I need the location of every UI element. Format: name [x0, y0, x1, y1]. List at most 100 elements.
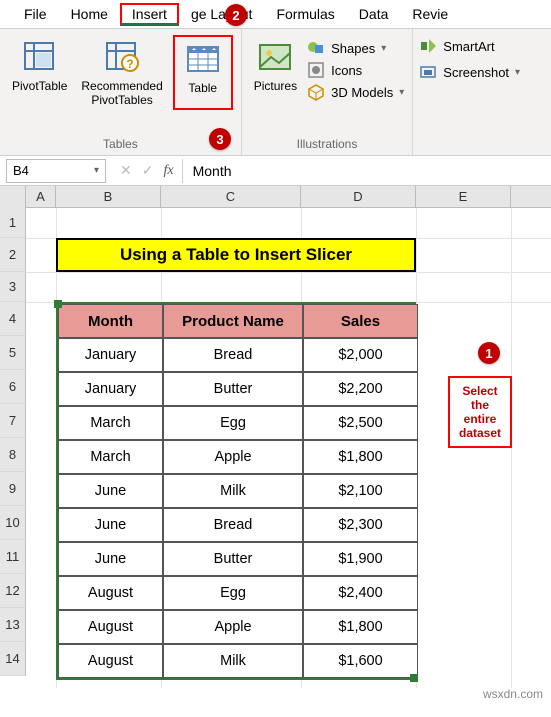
screenshot-label: Screenshot: [443, 65, 509, 80]
annotation-box: Select the entire dataset: [448, 376, 512, 448]
3d-icon: [307, 83, 325, 101]
icons-button[interactable]: Icons: [307, 61, 404, 79]
row-header[interactable]: 6: [0, 370, 26, 404]
row-header[interactable]: 1: [0, 208, 26, 238]
table-icon: [183, 39, 223, 79]
cell[interactable]: January: [58, 372, 163, 406]
row-headers: 1 2 3 4 5 6 7 8 9 10 11 12 13 14: [0, 208, 26, 688]
cell[interactable]: $2,400: [303, 576, 418, 610]
tab-data[interactable]: Data: [347, 2, 401, 26]
icons-icon: [307, 61, 325, 79]
illustrations-group-label: Illustrations: [297, 137, 358, 151]
pictures-button[interactable]: Pictures: [250, 35, 301, 101]
shapes-button[interactable]: Shapes ▾: [307, 39, 404, 57]
cell[interactable]: Butter: [163, 372, 303, 406]
cell[interactable]: Bread: [163, 508, 303, 542]
cell[interactable]: March: [58, 406, 163, 440]
table-row: AugustEgg$2,400: [58, 576, 414, 610]
row-header[interactable]: 10: [0, 506, 26, 540]
ribbon-side-list: SmartArt Screenshot ▾: [413, 29, 526, 155]
row-header[interactable]: 8: [0, 438, 26, 472]
ribbon-group-tables: PivotTable ? Recommended PivotTables Tab…: [0, 29, 242, 155]
name-box[interactable]: B4 ▾: [6, 159, 106, 183]
screenshot-button[interactable]: Screenshot ▾: [419, 63, 520, 81]
cells-area[interactable]: Using a Table to Insert Slicer Month Pro…: [26, 208, 551, 688]
cell[interactable]: $1,900: [303, 542, 418, 576]
pivottable-button[interactable]: PivotTable: [8, 35, 71, 110]
cell[interactable]: $2,100: [303, 474, 418, 508]
row-header[interactable]: 9: [0, 472, 26, 506]
cell[interactable]: Bread: [163, 338, 303, 372]
tab-home[interactable]: Home: [59, 2, 120, 26]
tab-file[interactable]: File: [12, 2, 59, 26]
cell[interactable]: March: [58, 440, 163, 474]
selection-handle[interactable]: [410, 674, 418, 682]
header-month[interactable]: Month: [58, 304, 163, 338]
row-header[interactable]: 7: [0, 404, 26, 438]
smartart-button[interactable]: SmartArt: [419, 37, 520, 55]
row-header[interactable]: 2: [0, 238, 26, 272]
cell[interactable]: $1,600: [303, 644, 418, 678]
shapes-label: Shapes: [331, 41, 375, 56]
cell[interactable]: $2,000: [303, 338, 418, 372]
row-header[interactable]: 14: [0, 642, 26, 676]
tab-insert[interactable]: Insert: [120, 3, 179, 26]
row-header[interactable]: 13: [0, 608, 26, 642]
cell[interactable]: $2,200: [303, 372, 418, 406]
header-product[interactable]: Product Name: [163, 304, 303, 338]
3d-models-button[interactable]: 3D Models ▾: [307, 83, 404, 101]
select-all-cell[interactable]: [0, 186, 26, 208]
cell[interactable]: Apple: [163, 610, 303, 644]
cell[interactable]: January: [58, 338, 163, 372]
table-button[interactable]: Table: [173, 35, 233, 110]
dropdown-icon: ▾: [94, 165, 99, 176]
header-sales[interactable]: Sales: [303, 304, 418, 338]
cell[interactable]: June: [58, 542, 163, 576]
recommended-pivottables-button[interactable]: ? Recommended PivotTables: [77, 35, 166, 110]
cell[interactable]: June: [58, 474, 163, 508]
cell[interactable]: $1,800: [303, 610, 418, 644]
cell[interactable]: $2,500: [303, 406, 418, 440]
pivottable-icon: [20, 37, 60, 77]
row-header[interactable]: 4: [0, 302, 26, 336]
cell[interactable]: $2,300: [303, 508, 418, 542]
cell[interactable]: August: [58, 610, 163, 644]
shapes-icon: [307, 39, 325, 57]
cell[interactable]: August: [58, 576, 163, 610]
table-row: JanuaryButter$2,200: [58, 372, 414, 406]
fx-icon[interactable]: fx: [163, 163, 173, 179]
cell[interactable]: Apple: [163, 440, 303, 474]
cell[interactable]: $1,800: [303, 440, 418, 474]
cell[interactable]: Egg: [163, 576, 303, 610]
row-header[interactable]: 12: [0, 574, 26, 608]
cell[interactable]: Butter: [163, 542, 303, 576]
tab-review[interactable]: Revie: [400, 2, 460, 26]
cell[interactable]: Milk: [163, 644, 303, 678]
enter-icon[interactable]: ✓: [142, 162, 154, 179]
tab-page-layout[interactable]: ge Layout: [179, 2, 265, 26]
row-header[interactable]: 11: [0, 540, 26, 574]
formula-input[interactable]: [182, 159, 551, 183]
tables-group-label: Tables: [103, 137, 138, 151]
col-header-c[interactable]: C: [161, 186, 301, 208]
tab-formulas[interactable]: Formulas: [264, 2, 346, 26]
col-header-e[interactable]: E: [416, 186, 511, 208]
cell[interactable]: June: [58, 508, 163, 542]
cell[interactable]: Egg: [163, 406, 303, 440]
table-label: Table: [188, 81, 217, 95]
sheet-title[interactable]: Using a Table to Insert Slicer: [56, 238, 416, 272]
icons-label: Icons: [331, 63, 362, 78]
col-header-b[interactable]: B: [56, 186, 161, 208]
col-header-a[interactable]: A: [26, 186, 56, 208]
pictures-icon: [255, 37, 295, 77]
row-header[interactable]: 5: [0, 336, 26, 370]
cancel-icon[interactable]: ✕: [120, 162, 132, 179]
table-row: MarchEgg$2,500: [58, 406, 414, 440]
table-row: MarchApple$1,800: [58, 440, 414, 474]
data-table[interactable]: Month Product Name Sales JanuaryBread$2,…: [56, 302, 416, 680]
row-header[interactable]: 3: [0, 272, 26, 302]
table-row: AugustApple$1,800: [58, 610, 414, 644]
cell[interactable]: August: [58, 644, 163, 678]
cell[interactable]: Milk: [163, 474, 303, 508]
col-header-d[interactable]: D: [301, 186, 416, 208]
